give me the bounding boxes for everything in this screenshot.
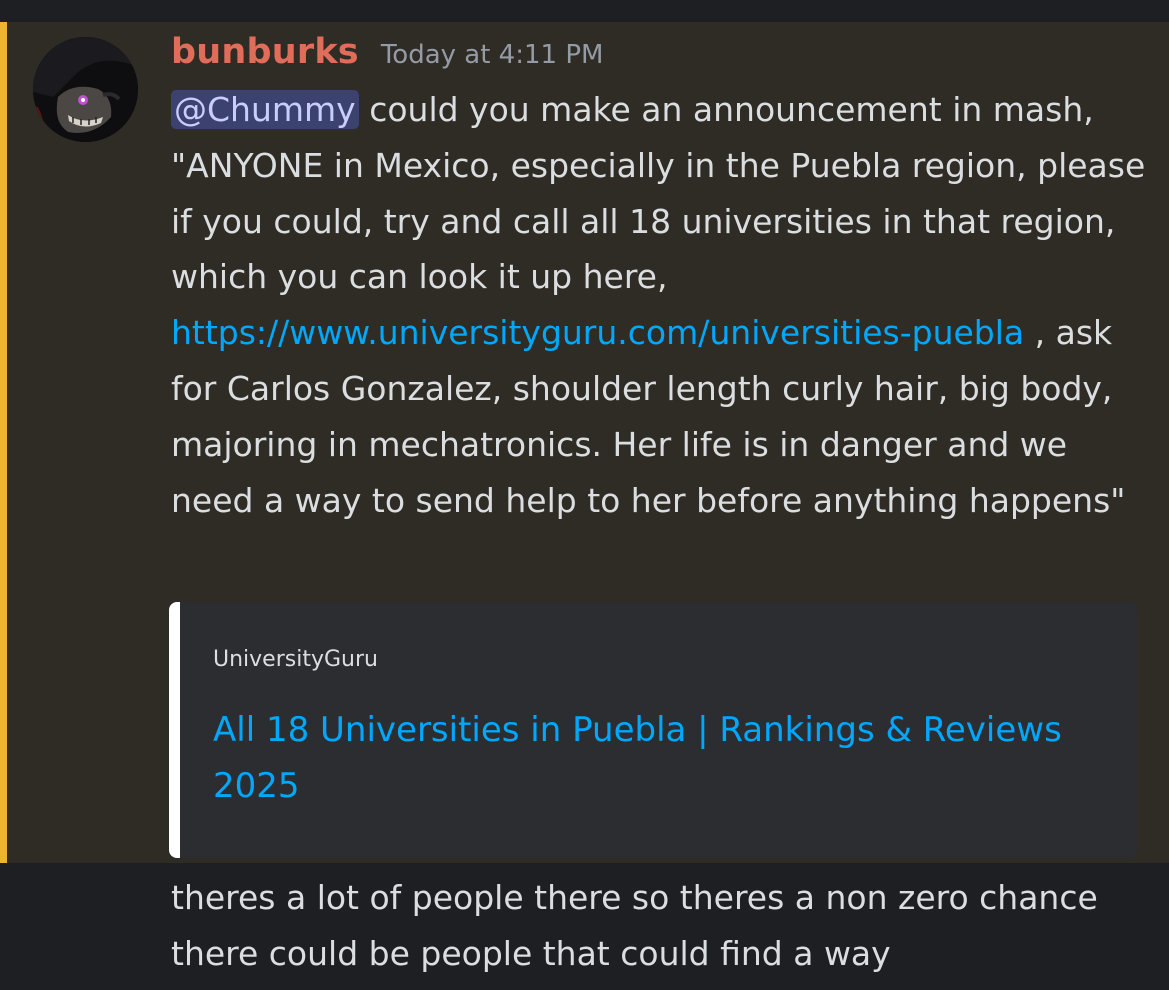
mention-indicator-bar	[0, 22, 7, 863]
message-timestamp[interactable]: Today at 4:11 PM	[381, 40, 604, 70]
embed-accent-bar	[169, 602, 180, 858]
avatar-image	[33, 37, 138, 142]
message-content: @Chummy could you make an announcement i…	[171, 82, 1146, 528]
message-link[interactable]: https://www.universityguru.com/universit…	[171, 313, 1024, 352]
username[interactable]: bunburks	[171, 32, 359, 72]
embed-title[interactable]: All 18 Universities in Puebla | Rankings…	[213, 702, 1093, 814]
user-mention[interactable]: @Chummy	[171, 90, 359, 129]
message-header: bunburks Today at 4:11 PM	[171, 32, 603, 82]
embed-provider[interactable]: UniversityGuru	[213, 647, 378, 672]
link-embed: UniversityGuru All 18 Universities in Pu…	[169, 602, 1137, 858]
top-strip	[0, 0, 1169, 22]
avatar[interactable]	[33, 37, 138, 142]
followup-message-content: theres a lot of people there so theres a…	[171, 878, 1098, 973]
